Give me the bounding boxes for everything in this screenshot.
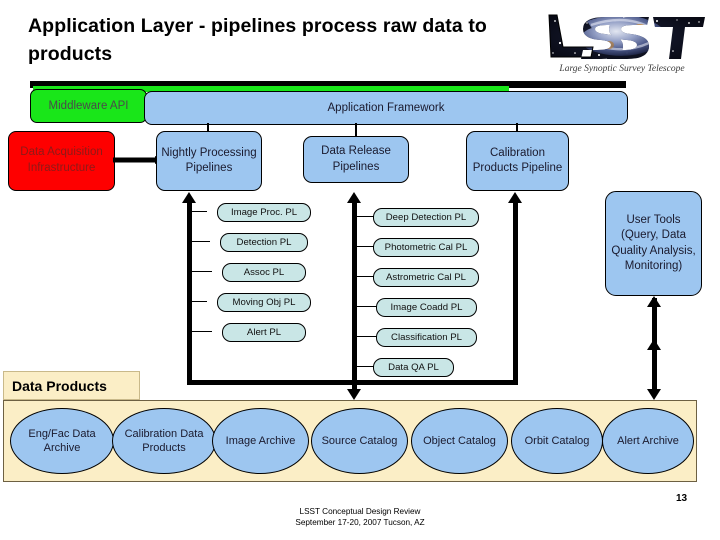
data-product-1-label: Calibration Data Products [124, 427, 204, 454]
data-product-5-label: Orbit Catalog [524, 434, 590, 447]
pill-release-0[interactable]: Deep Detection PL [373, 208, 479, 227]
data-product-alert-archive[interactable]: Alert Archive [602, 408, 694, 474]
calibration-products-pipeline-box[interactable]: Calibration Products Pipeline [466, 131, 569, 191]
data-product-orbit-catalog[interactable]: Orbit Catalog [511, 408, 603, 474]
tick-nightly-1 [187, 241, 210, 243]
pill-release-3-label: Image Coadd PL [390, 302, 463, 313]
pill-nightly-0-label: Image Proc. PL [230, 207, 298, 218]
release-to-products-arrowhead-icon [347, 389, 361, 400]
data-product-4-label: Object Catalog [423, 434, 496, 447]
tick-release-5 [352, 366, 375, 368]
data-release-label: Data Release Pipelines [321, 145, 391, 173]
pill-release-1-label: Photometric Cal PL [384, 242, 468, 253]
tick-nightly-4 [187, 331, 212, 333]
data-product-object-catalog[interactable]: Object Catalog [411, 408, 508, 474]
data-products-label: Data Products [12, 377, 107, 394]
footer-line-2: September 17-20, 2007 Tucson, AZ [295, 518, 425, 528]
data-product-image-archive[interactable]: Image Archive [212, 408, 309, 474]
pill-release-2[interactable]: Astrometric Cal PL [373, 268, 479, 287]
tick-nightly-2 [187, 271, 212, 273]
footer-line-1: LSST Conceptual Design Review [299, 507, 421, 516]
slide-canvas: Application Layer - pipelines process ra… [0, 0, 720, 540]
pill-nightly-2-label: Assoc PL [243, 267, 285, 278]
data-product-6-label: Alert Archive [617, 434, 679, 447]
pill-nightly-3[interactable]: Moving Obj PL [217, 293, 311, 312]
calibration-trunk [512, 202, 518, 383]
data-product-2-label: Image Archive [225, 434, 296, 447]
nightly-trunk [186, 202, 192, 383]
data-product-0-label: Eng/Fac Data Archive [28, 427, 96, 454]
user-tools-box[interactable]: User Tools (Query, Data Quality Analysis… [605, 191, 702, 296]
application-framework-label: Application Framework [327, 102, 445, 114]
pill-release-3[interactable]: Image Coadd PL [376, 298, 477, 317]
data-product-calibration-data-products[interactable]: Calibration Data Products [112, 408, 216, 474]
page-title: Application Layer - pipelines process ra… [28, 15, 487, 66]
pill-release-1[interactable]: Photometric Cal PL [373, 238, 479, 257]
data-acquisition-label: Data Acquisition Infrastructure [20, 146, 103, 174]
tick-release-4 [352, 336, 377, 338]
data-release-pipelines-box[interactable]: Data Release Pipelines [303, 136, 409, 183]
pill-nightly-0[interactable]: Image Proc. PL [217, 203, 311, 222]
pill-release-5-label: Data QA PL [388, 362, 439, 373]
pill-release-0-label: Deep Detection PL [385, 212, 467, 223]
data-acquisition-box[interactable]: Data Acquisition Infrastructure [8, 131, 115, 191]
lsst-logo-icon: Large Synoptic Survey Telescope [548, 14, 705, 74]
user-tools-label: User Tools (Query, Data Quality Analysis… [611, 214, 696, 272]
pill-nightly-2[interactable]: Assoc PL [222, 263, 306, 282]
footer: LSST Conceptual Design Review September … [0, 506, 720, 529]
middleware-api-box[interactable]: Middleware API [30, 89, 147, 123]
pill-nightly-1-label: Detection PL [236, 237, 292, 248]
data-product-eng-fac-data-archive[interactable]: Eng/Fac Data Archive [10, 408, 114, 474]
tick-release-3 [352, 306, 377, 308]
lsst-logo: Large Synoptic Survey Telescope [527, 7, 717, 75]
pill-release-4-label: Classification PL [391, 332, 462, 343]
data-product-source-catalog[interactable]: Source Catalog [311, 408, 408, 474]
pill-release-4[interactable]: Classification PL [376, 328, 477, 347]
pill-nightly-3-label: Moving Obj PL [232, 297, 296, 308]
user-tools-down-arrowhead-icon [647, 389, 661, 400]
nightly-processing-label: Nightly Processing Pipelines [161, 146, 257, 174]
pill-nightly-4[interactable]: Alert PL [222, 323, 306, 342]
application-framework-box[interactable]: Application Framework [144, 91, 628, 125]
tick-nightly-3 [187, 301, 207, 303]
calibration-products-label: Calibration Products Pipeline [472, 146, 563, 174]
lsst-tagline: Large Synoptic Survey Telescope [558, 64, 684, 74]
nightly-processing-pipelines-box[interactable]: Nightly Processing Pipelines [156, 131, 262, 191]
user-tools-top-arrowhead-icon [647, 296, 661, 307]
tick-release-1 [352, 246, 375, 248]
pill-nightly-1[interactable]: Detection PL [220, 233, 308, 252]
pill-release-5[interactable]: Data QA PL [373, 358, 454, 377]
user-tools-trunk [651, 298, 657, 390]
tick-release-2 [352, 276, 375, 278]
tick-nightly-0 [187, 211, 207, 213]
pill-release-2-label: Astrometric Cal PL [386, 272, 466, 283]
data-product-3-label: Source Catalog [321, 434, 398, 447]
page-number: 13 [676, 493, 688, 504]
middleware-api-label: Middleware API [48, 100, 129, 112]
pill-nightly-4-label: Alert PL [246, 327, 282, 338]
data-products-tab: Data Products [3, 371, 140, 400]
tick-release-0 [352, 216, 375, 218]
pipeline-trunk-base [186, 380, 518, 385]
